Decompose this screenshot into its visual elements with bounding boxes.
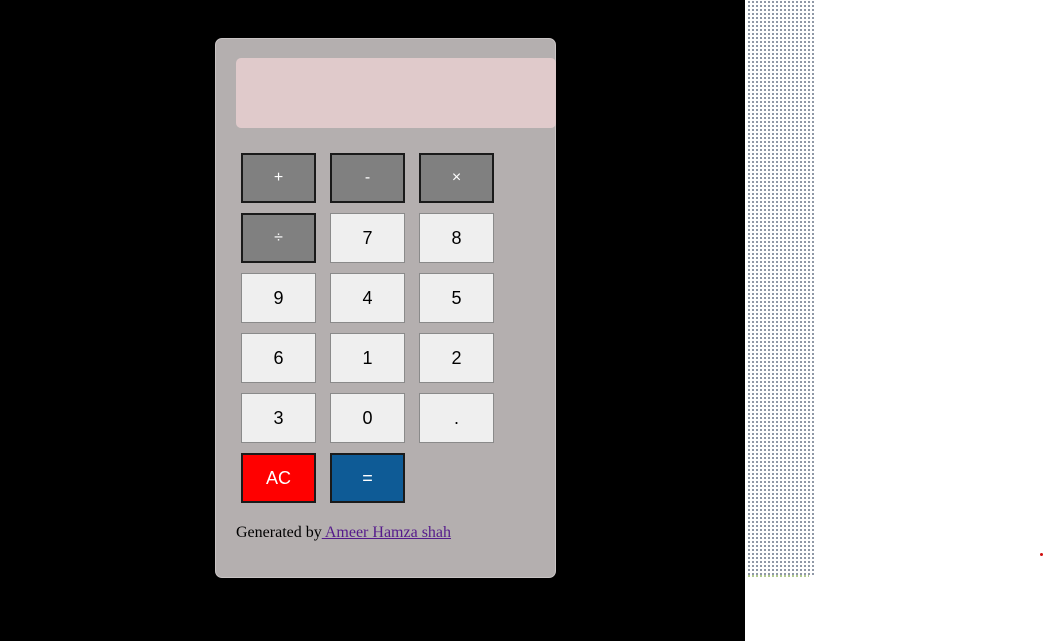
page: + - × ÷ 7 8 9 4 5 6 1 2 3 0. AC = Generated by Ameer Ha… (0, 0, 1044, 641)
calculator: + - × ÷ 7 8 9 4 5 6 1 2 3 0. AC = Generated by Ameer Ha… (215, 38, 556, 578)
digit-4-button[interactable]: 4 (330, 273, 405, 323)
digit-9-button[interactable]: 9 (241, 273, 316, 323)
digit-3-button[interactable]: 3 (241, 393, 316, 443)
multiply-button[interactable]: × (419, 153, 494, 203)
digit-6-button[interactable]: 6 (241, 333, 316, 383)
subtract-button[interactable]: - (330, 153, 405, 203)
footer-prefix: Generated by (236, 524, 322, 541)
digit-5-button[interactable]: 5 (419, 273, 494, 323)
equals-button[interactable]: = (330, 453, 405, 503)
divide-button[interactable]: ÷ (241, 213, 316, 263)
red-dot-marker (1040, 553, 1043, 556)
dotted-pattern (747, 0, 815, 576)
decimal-button[interactable]: . (419, 393, 494, 443)
all-clear-button[interactable]: AC (241, 453, 316, 503)
calculator-display[interactable] (236, 58, 556, 128)
footer-credit: Generated by Ameer Hamza shah (236, 524, 451, 542)
digit-1-button[interactable]: 1 (330, 333, 405, 383)
digit-8-button[interactable]: 8 (419, 213, 494, 263)
author-link[interactable]: Ameer Hamza shah (322, 524, 451, 541)
digit-7-button[interactable]: 7 (330, 213, 405, 263)
add-button[interactable]: + (241, 153, 316, 203)
keypad: + - × ÷ 7 8 9 4 5 6 1 2 3 0. AC = (241, 153, 494, 503)
digit-2-button[interactable]: 2 (419, 333, 494, 383)
dotted-pattern-edge (747, 574, 809, 578)
digit-0-button[interactable]: 0 (330, 393, 405, 443)
